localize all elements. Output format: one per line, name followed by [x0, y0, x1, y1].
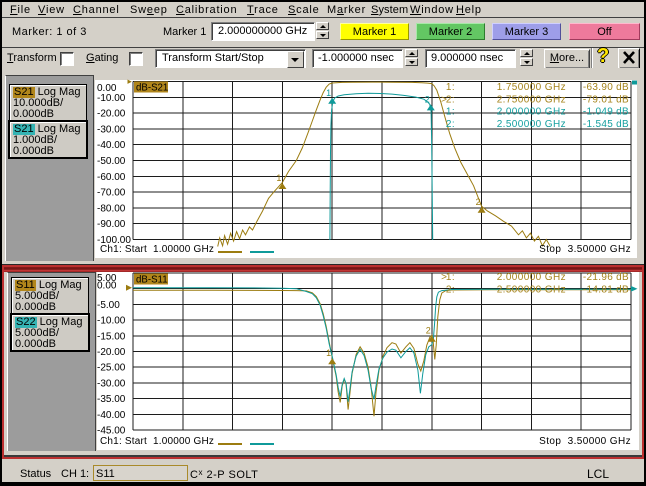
svg-text:-40.00: -40.00	[97, 140, 126, 151]
svg-text:1: 1	[276, 173, 281, 183]
svg-text:-30.00: -30.00	[97, 124, 126, 135]
svg-text:0.00: 0.00	[97, 281, 117, 292]
svg-text:-50.00: -50.00	[97, 156, 126, 167]
svg-text:-45.00: -45.00	[97, 426, 126, 437]
svg-text:-15.00: -15.00	[97, 331, 126, 342]
svg-text:Stop 3.50000 GHz: Stop 3.50000 GHz	[539, 244, 631, 255]
svg-text:2:: 2:	[446, 94, 455, 105]
svg-text:-60.00: -60.00	[97, 172, 126, 183]
svg-text:-10.00: -10.00	[97, 316, 126, 327]
svg-text:Stop 3.50000 GHz: Stop 3.50000 GHz	[539, 436, 631, 447]
svg-text:-70.00: -70.00	[97, 188, 126, 199]
svg-text:2.500000 GHz: 2.500000 GHz	[497, 119, 566, 130]
svg-text:1:: 1:	[446, 107, 455, 118]
svg-text:-21.96 dB: -21.96 dB	[583, 272, 629, 283]
svg-text:2.000000 GHz: 2.000000 GHz	[497, 107, 566, 118]
svg-text:-79.01 dB: -79.01 dB	[583, 94, 629, 105]
svg-text:-20.00: -20.00	[97, 347, 126, 358]
svg-text:-1.049 dB: -1.049 dB	[583, 107, 629, 118]
svg-text:2:: 2:	[446, 284, 455, 295]
svg-text:-80.00: -80.00	[97, 203, 126, 214]
svg-text:2: 2	[425, 94, 430, 104]
svg-text:-63.90 dB: -63.90 dB	[583, 82, 629, 93]
svg-text:-90.00: -90.00	[97, 219, 126, 230]
svg-text:-30.00: -30.00	[97, 378, 126, 389]
svg-text:2.500000 GHz: 2.500000 GHz	[497, 284, 566, 295]
svg-text:dB-S21: dB-S21	[136, 83, 168, 94]
svg-text:-5.00: -5.00	[97, 300, 120, 311]
svg-text:-20.00: -20.00	[97, 109, 126, 120]
svg-text:1: 1	[326, 88, 331, 98]
svg-text:1:: 1:	[446, 272, 455, 283]
svg-text:Ch1: Start 1.00000 GHz: Ch1: Start 1.00000 GHz	[100, 436, 214, 447]
svg-text:-35.00: -35.00	[97, 394, 126, 405]
svg-text:-10.00: -10.00	[97, 93, 126, 104]
svg-text:1.750000 GHz: 1.750000 GHz	[497, 82, 566, 93]
svg-text:2: 2	[476, 197, 481, 207]
svg-text:2: 2	[426, 326, 431, 336]
svg-text:-14.81 dB: -14.81 dB	[583, 284, 629, 295]
svg-text:dB-S11: dB-S11	[136, 275, 168, 286]
svg-text:2.750000 GHz: 2.750000 GHz	[497, 94, 566, 105]
svg-text:-40.00: -40.00	[97, 410, 126, 421]
svg-text:-1.545 dB: -1.545 dB	[583, 119, 629, 130]
svg-text:-25.00: -25.00	[97, 363, 126, 374]
svg-text:1:: 1:	[446, 82, 455, 93]
svg-text:Ch1: Start 1.00000 GHz: Ch1: Start 1.00000 GHz	[100, 244, 214, 255]
svg-text:2.000000 GHz: 2.000000 GHz	[497, 272, 566, 283]
svg-text:2:: 2:	[446, 119, 455, 130]
svg-text:1: 1	[326, 348, 331, 358]
